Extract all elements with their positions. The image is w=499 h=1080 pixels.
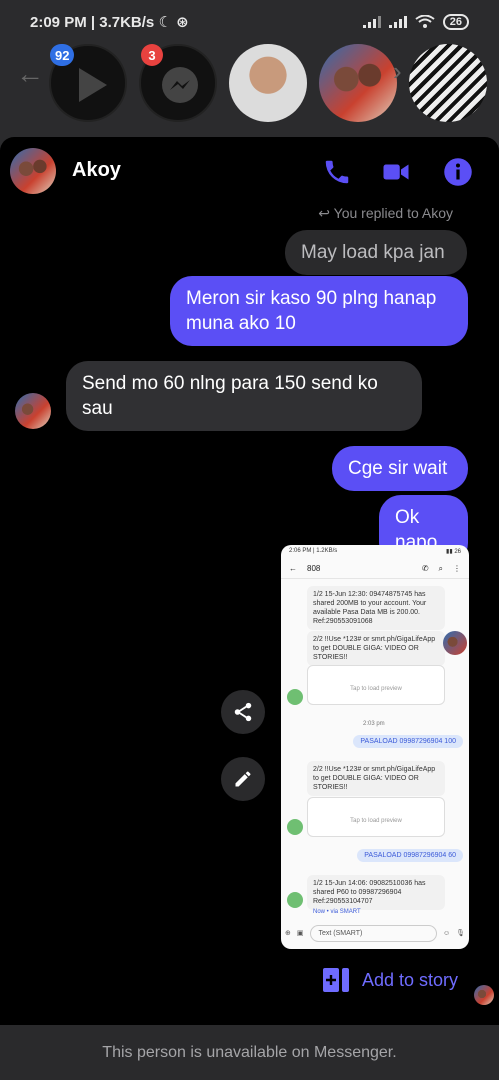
shared-screenshot-image[interactable]: 2:06 PM | 1.2KB/s ▮▮ 26 ← 808 ✆ ⌕ ⋮ 1/2 15-Ju… [281, 545, 469, 949]
inner-toolbar: ← 808 ✆ ⌕ ⋮ [281, 559, 469, 579]
inner-sender-dot [287, 689, 303, 705]
pencil-icon [235, 771, 251, 787]
inner-message-card: 2/2 !!Use *123# or smrt.ph/GigaLifeApp t… [307, 761, 445, 796]
inner-plus-icon: ⊕ [285, 930, 291, 937]
add-to-story-button[interactable]: Add to story [322, 967, 458, 993]
inner-menu-icon: ⋮ [453, 564, 461, 573]
outgoing-message-bubble[interactable]: Cge sir wait [332, 446, 468, 491]
inner-back-icon: ← [289, 564, 297, 573]
battery-indicator: 26 [442, 14, 469, 30]
video-call-icon[interactable] [381, 157, 411, 187]
inner-compose-input: Text (SMART) [309, 924, 437, 942]
inner-status-bar: 2:06 PM | 1.2KB/s ▮▮ 26 [289, 548, 461, 555]
signal-icon-2 [388, 16, 407, 28]
inner-compose-bar: ⊕ ▣ Text (SMART) ☺ 🎙 [285, 921, 465, 945]
inner-sent-message: PASALOAD 09987296904 60 [357, 849, 463, 862]
add-to-story-label: Add to story [362, 969, 459, 990]
network-speed: 3.7KB/s [99, 14, 155, 31]
outgoing-message-bubble[interactable]: Meron sir kaso 90 plng hanap muna ako 10 [170, 276, 468, 346]
contact-chathead-1[interactable] [229, 44, 307, 122]
wifi-icon [415, 15, 435, 28]
unavailable-text: This person is unavailable on Messenger. [102, 1043, 397, 1061]
notification-badge-blue: 92 [50, 44, 75, 66]
inner-sticker-icon: ☺ [442, 929, 451, 937]
sender-avatar[interactable] [15, 393, 51, 429]
inner-message-card: 1/2 15-Jun 14:06: 09082510036 has shared… [307, 875, 445, 910]
inner-sent-message: PASALOAD 09987296904 100 [353, 735, 463, 748]
moon-icon: ☾ [158, 14, 172, 31]
chat-heads-row: ← 92 3 › [0, 44, 499, 124]
info-icon[interactable] [443, 157, 473, 187]
inner-time-label: 2:03 pm [363, 721, 385, 727]
notification-badge-red: 3 [141, 44, 163, 66]
phone-icon[interactable] [322, 157, 352, 187]
status-bar: 2:09 PM | 3.7KB/s ☾ ⊛ 26 [0, 0, 499, 44]
incoming-message-bubble[interactable]: Send mo 60 nlng para 150 send ko sau [66, 361, 422, 431]
inner-attach-icon: ▣ [296, 930, 304, 937]
contact-avatar[interactable] [10, 148, 56, 194]
reply-icon: ↩ [318, 205, 334, 221]
story-add-icon [323, 968, 349, 992]
inner-floating-avatar [443, 631, 467, 655]
signal-icon [362, 16, 381, 28]
share-icon [234, 702, 252, 722]
inner-message-card: 2/2 !!Use *123# or smrt.ph/GigaLifeApp t… [307, 631, 445, 666]
inner-message-card: 1/2 15-Jun 12:30: 09474875745 has shared… [307, 586, 445, 630]
inner-link-preview: Tap to load preview [307, 665, 445, 705]
inner-link-preview: Tap to load preview [307, 797, 445, 837]
inner-search-icon: ⌕ [438, 563, 443, 573]
inner-title: 808 [307, 564, 321, 573]
messenger-status-icon: ⊛ [176, 14, 189, 31]
seen-receipt-avatar [474, 985, 494, 1005]
inner-sender-dot [287, 892, 303, 908]
forward-arrow-icon: › [393, 56, 402, 86]
inner-sender-dot [287, 819, 303, 835]
status-time: 2:09 PM [30, 14, 87, 31]
inner-call-icon: ✆ [421, 564, 429, 573]
status-left: 2:09 PM | 3.7KB/s ☾ ⊛ [30, 14, 189, 31]
contact-name[interactable]: Akoy [72, 159, 121, 182]
contact-chathead-akoy[interactable] [319, 44, 397, 122]
unavailable-banner: This person is unavailable on Messenger. [0, 1025, 499, 1080]
replied-message-bubble[interactable]: May load kpa jan [285, 230, 467, 275]
share-button[interactable] [221, 690, 265, 734]
inner-via-label: Now • via SMART [313, 909, 361, 915]
edit-button[interactable] [221, 757, 265, 801]
inner-mic-icon: 🎙 [456, 930, 465, 937]
back-arrow-icon[interactable]: ← [16, 58, 44, 90]
contact-chathead-3[interactable] [409, 44, 487, 122]
chat-panel: Akoy ↩ You replied to Akoy May load kpa … [0, 137, 499, 1025]
status-right: 26 [362, 14, 469, 30]
reply-indicator: ↩ You replied to Akoy [318, 205, 453, 221]
chat-header: Akoy [0, 137, 499, 207]
